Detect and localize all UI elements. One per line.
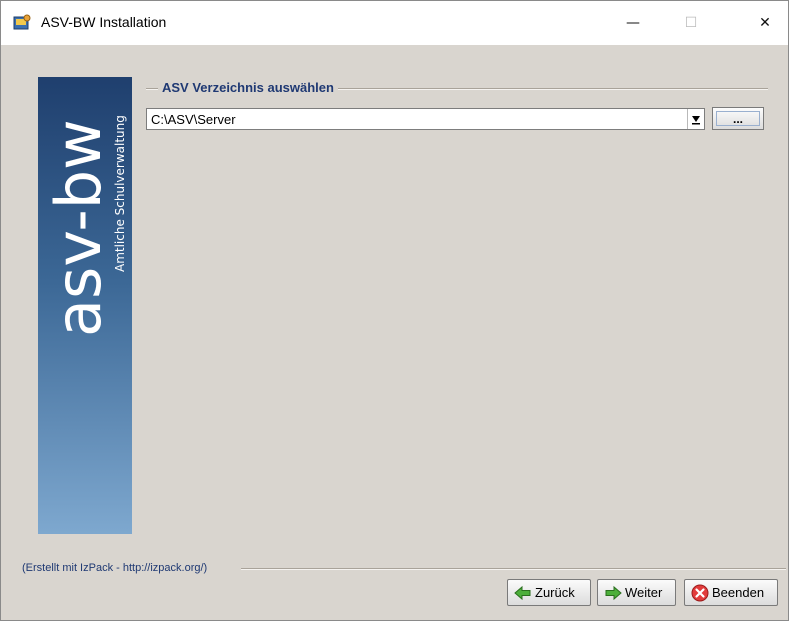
- directory-value[interactable]: C:\ASV\Server: [151, 112, 236, 127]
- banner-subtitle: Amtliche Schulverwaltung: [113, 115, 127, 272]
- installer-panel: asv-bw Amtliche Schulverwaltung ASV Verz…: [1, 45, 788, 620]
- quit-button[interactable]: Beenden: [684, 579, 778, 606]
- next-button-label: Weiter: [625, 585, 663, 600]
- dropdown-arrow-icon[interactable]: [687, 109, 704, 129]
- footer-divider-highlight: [241, 569, 786, 570]
- back-button-label: Zurück: [535, 585, 575, 600]
- footer-credit: (Erstellt mit IzPack - http://izpack.org…: [22, 562, 208, 574]
- title-bar[interactable]: ASV-BW Installation — ☐ ✕: [1, 1, 788, 45]
- side-banner: asv-bw Amtliche Schulverwaltung: [38, 77, 132, 534]
- section-title: ASV Verzeichnis auswählen: [158, 80, 338, 95]
- window-title: ASV-BW Installation: [41, 14, 167, 30]
- next-button[interactable]: Weiter: [597, 579, 676, 606]
- back-button[interactable]: Zurück: [507, 579, 591, 606]
- stop-icon: [691, 584, 709, 602]
- installer-window: ASV-BW Installation — ☐ ✕ asv-bw Amtlich…: [0, 0, 789, 621]
- maximize-button[interactable]: ☐: [668, 1, 714, 45]
- arrow-left-icon: [514, 584, 532, 602]
- directory-combobox[interactable]: C:\ASV\Server: [146, 108, 705, 130]
- minimize-button[interactable]: —: [610, 1, 656, 45]
- close-button[interactable]: ✕: [742, 1, 788, 45]
- banner-logo: asv-bw: [42, 119, 115, 337]
- app-icon: [13, 14, 31, 32]
- quit-button-label: Beenden: [712, 585, 765, 600]
- arrow-right-icon: [604, 584, 622, 602]
- browse-button[interactable]: ...: [712, 107, 764, 130]
